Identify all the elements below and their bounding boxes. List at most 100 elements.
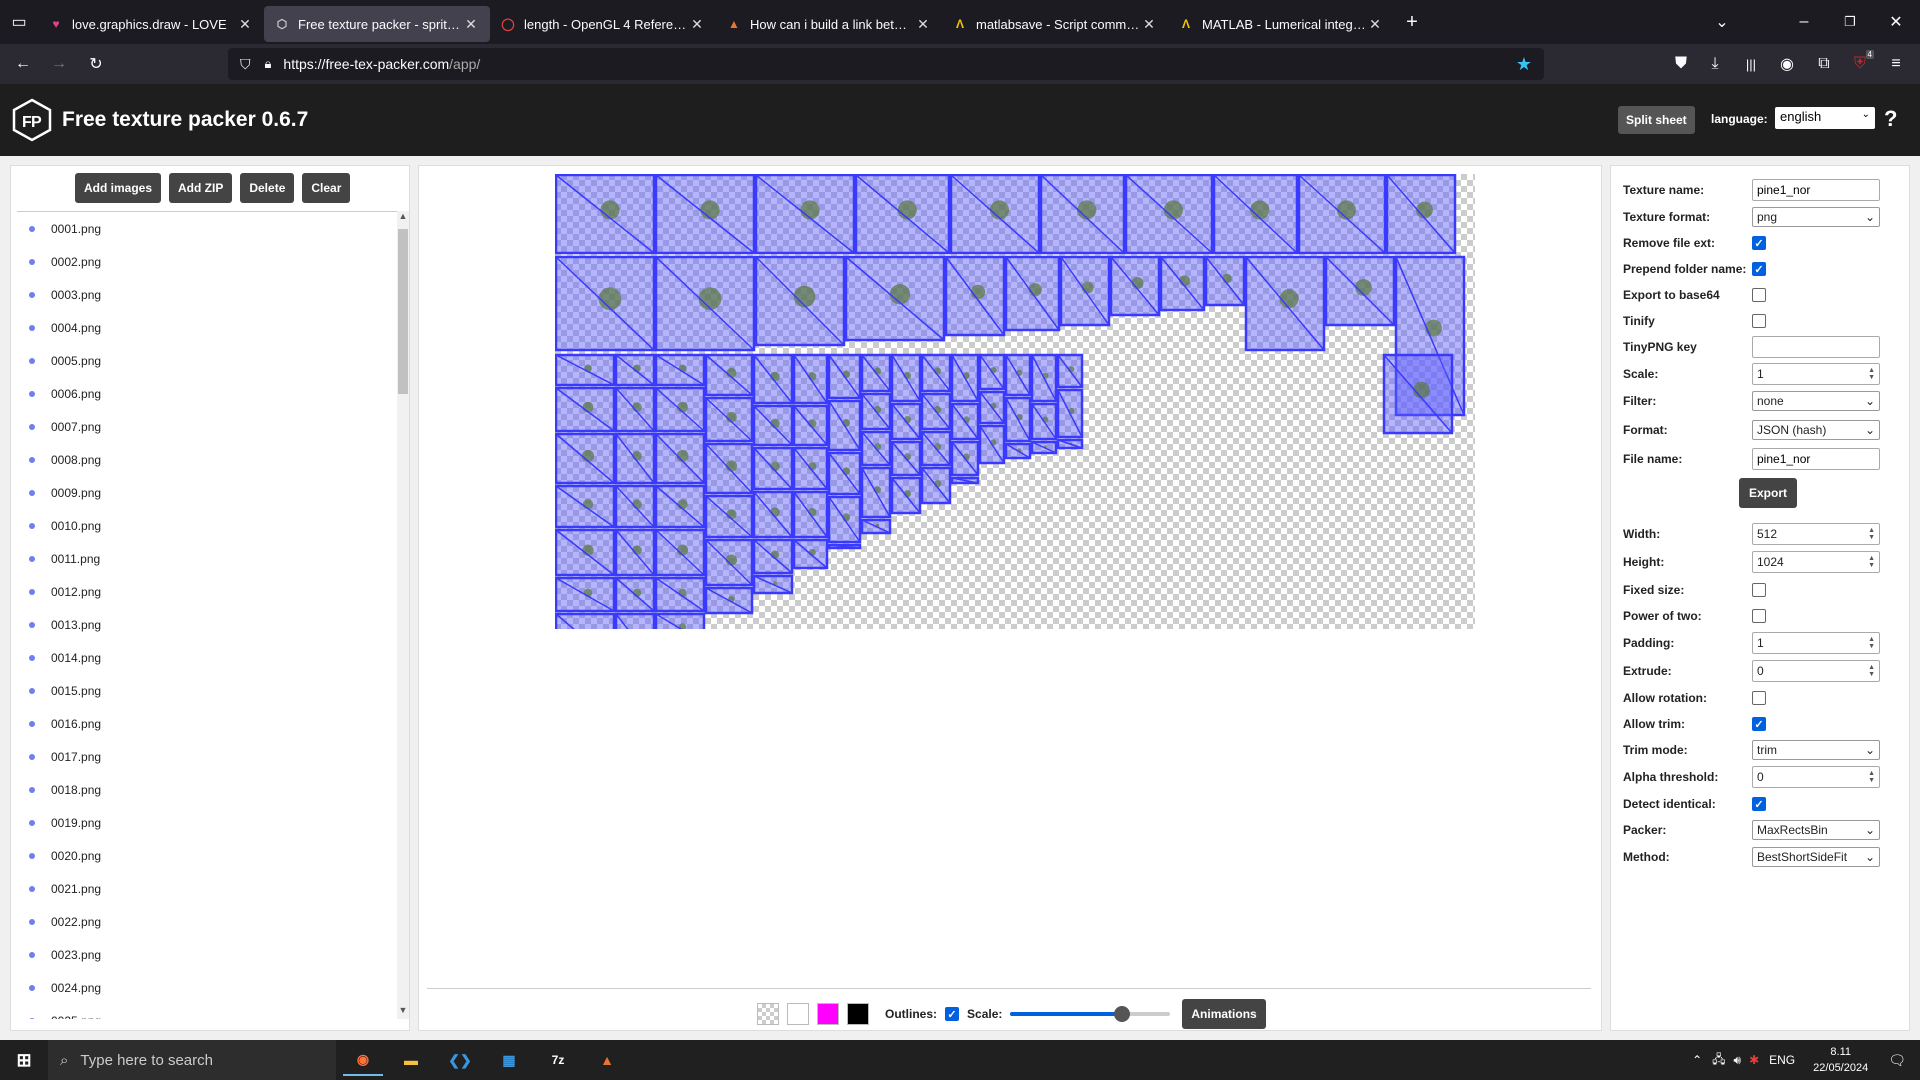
- file-list-item[interactable]: 0020.png: [17, 839, 403, 872]
- height-number-input[interactable]: 1024 ▲ ▼: [1752, 551, 1880, 573]
- list-all-tabs-icon[interactable]: ⌄: [1704, 4, 1740, 40]
- account-icon[interactable]: ◉: [1769, 46, 1805, 82]
- shield-icon[interactable]: ⛉: [240, 56, 251, 73]
- sprite-sheet-preview[interactable]: [555, 174, 1475, 629]
- menu-icon[interactable]: ≡: [1878, 46, 1914, 82]
- outlines-checkbox[interactable]: ✓: [945, 1007, 960, 1021]
- remove-file-ext-checkbox[interactable]: ✓: [1752, 236, 1766, 250]
- file-list-item[interactable]: 0013.png: [17, 608, 403, 641]
- file-list-item[interactable]: 0014.png: [17, 641, 403, 674]
- file-list-item[interactable]: 0009.png: [17, 476, 403, 509]
- window-close-icon[interactable]: ✕: [1878, 4, 1914, 40]
- clock[interactable]: 8.11 22/05/2024: [1813, 1044, 1868, 1076]
- tab-love-graphics[interactable]: ♥ love.graphics.draw - LOVE ✕: [38, 6, 264, 42]
- close-icon[interactable]: ✕: [462, 16, 480, 33]
- tab-matlabsave[interactable]: Λ matlabsave - Script command ✕: [942, 6, 1168, 42]
- magenta-background-swatch[interactable]: [817, 1003, 839, 1025]
- file-list-item[interactable]: 0008.png: [17, 443, 403, 476]
- pocket-icon[interactable]: ⛊: [1663, 46, 1699, 82]
- export-base64-checkbox[interactable]: [1752, 288, 1766, 302]
- add-images-button[interactable]: Add images: [75, 173, 162, 203]
- library-icon[interactable]: |||: [1733, 46, 1769, 82]
- file-list-item[interactable]: 0011.png: [17, 542, 403, 575]
- file-list-item[interactable]: 0018.png: [17, 773, 403, 806]
- lock-icon[interactable]: 🔒︎: [265, 56, 272, 72]
- extrude-number-input[interactable]: 0 ▲ ▼: [1752, 660, 1880, 682]
- file-list-item[interactable]: 0007.png: [17, 410, 403, 443]
- bookmark-star-icon[interactable]: ★: [1516, 54, 1532, 75]
- width-number-input[interactable]: 512 ▲ ▼: [1752, 523, 1880, 545]
- alpha-threshold-number-input[interactable]: 0 ▲ ▼: [1752, 766, 1880, 788]
- add-zip-button[interactable]: Add ZIP: [169, 173, 233, 203]
- calculator-icon[interactable]: ▦: [489, 1044, 529, 1076]
- file-list-item[interactable]: 0003.png: [17, 278, 403, 311]
- delete-button[interactable]: Delete: [240, 173, 295, 203]
- spinner-icon[interactable]: ▲ ▼: [1868, 664, 1875, 678]
- app-tray-icon[interactable]: ✱: [1749, 1053, 1759, 1067]
- black-background-swatch[interactable]: [847, 1003, 869, 1025]
- scrollbar-thumb[interactable]: [398, 229, 408, 394]
- file-list-item[interactable]: 0019.png: [17, 806, 403, 839]
- file-list-item[interactable]: 0017.png: [17, 740, 403, 773]
- help-button[interactable]: ?: [1884, 106, 1897, 132]
- reload-icon[interactable]: ↻: [78, 46, 114, 82]
- volume-icon[interactable]: 🔊︎: [1734, 1053, 1742, 1068]
- firefox-icon[interactable]: ◉: [343, 1044, 383, 1076]
- vscode-icon[interactable]: ❮❯: [440, 1044, 480, 1076]
- file-name-input[interactable]: [1752, 448, 1880, 470]
- scale-number-input[interactable]: 1 ▲ ▼: [1752, 363, 1880, 385]
- file-list-item[interactable]: 0024.png: [17, 971, 403, 1004]
- file-list-item[interactable]: 0022.png: [17, 905, 403, 938]
- downloads-icon[interactable]: ⤓: [1697, 46, 1733, 82]
- scroll-down-icon[interactable]: ▼: [397, 1005, 409, 1019]
- tab-opengl-length[interactable]: ◯ length - OpenGL 4 Reference Pages ✕: [490, 6, 716, 42]
- fixed-size-checkbox[interactable]: [1752, 583, 1766, 597]
- close-icon[interactable]: ✕: [914, 16, 932, 33]
- file-list-item[interactable]: 0005.png: [17, 344, 403, 377]
- spinner-icon[interactable]: ▲ ▼: [1868, 367, 1875, 381]
- format-select[interactable]: JSON (hash) ⌄: [1752, 420, 1880, 440]
- file-list-item[interactable]: 0016.png: [17, 707, 403, 740]
- tab-matlab-lumerical[interactable]: Λ MATLAB - Lumerical integration ✕: [1168, 6, 1394, 42]
- file-list-item[interactable]: 0025.png: [17, 1004, 403, 1019]
- 7zip-icon[interactable]: 7z: [538, 1044, 578, 1076]
- restore-icon[interactable]: ❐: [1832, 4, 1868, 40]
- tinypng-key-input[interactable]: [1752, 336, 1880, 358]
- taskbar-search-box[interactable]: ⌕ Type here to search: [48, 1040, 336, 1080]
- method-select[interactable]: BestShortSideFit ⌄: [1752, 847, 1880, 867]
- forward-icon[interactable]: →: [41, 46, 77, 82]
- new-tab-icon[interactable]: +: [1394, 4, 1430, 40]
- texture-format-select[interactable]: png ⌄: [1752, 207, 1880, 227]
- file-list-item[interactable]: 0002.png: [17, 245, 403, 278]
- trim-mode-select[interactable]: trim ⌄: [1752, 740, 1880, 760]
- tinify-checkbox[interactable]: [1752, 314, 1766, 328]
- close-icon[interactable]: ✕: [688, 16, 706, 33]
- file-list-item[interactable]: 0006.png: [17, 377, 403, 410]
- tab-free-texture-packer[interactable]: ⬡ Free texture packer - sprite sheet ✕: [264, 6, 490, 42]
- extensions-icon[interactable]: ⧉: [1806, 46, 1842, 82]
- file-list-scrollbar[interactable]: ▲ ▼: [397, 211, 409, 1019]
- file-list-item[interactable]: 0010.png: [17, 509, 403, 542]
- filter-select[interactable]: none ⌄: [1752, 391, 1880, 411]
- address-bar[interactable]: ⛉ 🔒︎ https://free-tex-packer.com/app/ ★: [228, 48, 1544, 80]
- file-list-item[interactable]: 0021.png: [17, 872, 403, 905]
- file-explorer-icon[interactable]: ▬: [391, 1044, 431, 1076]
- spinner-icon[interactable]: ▲ ▼: [1868, 770, 1875, 784]
- file-list-item[interactable]: 0001.png: [17, 212, 403, 245]
- clear-button[interactable]: Clear: [302, 173, 351, 203]
- tab-list-icon[interactable]: ▭: [0, 4, 38, 40]
- transparent-background-swatch[interactable]: [757, 1003, 779, 1025]
- close-icon[interactable]: ✕: [1366, 16, 1384, 33]
- detect-identical-checkbox[interactable]: ✓: [1752, 797, 1766, 811]
- prepend-folder-checkbox[interactable]: ✓: [1752, 262, 1766, 276]
- file-list-item[interactable]: 0012.png: [17, 575, 403, 608]
- matlab-taskbar-icon[interactable]: ▲: [587, 1044, 627, 1076]
- file-list-item[interactable]: 0023.png: [17, 938, 403, 971]
- slider-handle[interactable]: [1114, 1006, 1131, 1022]
- spinner-icon[interactable]: ▲ ▼: [1868, 555, 1875, 569]
- spinner-icon[interactable]: ▲ ▼: [1868, 527, 1875, 541]
- white-background-swatch[interactable]: [787, 1003, 809, 1025]
- allow-trim-checkbox[interactable]: ✓: [1752, 717, 1766, 731]
- chevron-up-icon[interactable]: ⌃: [1692, 1053, 1702, 1067]
- windows-start-icon[interactable]: ⊞: [4, 1044, 44, 1076]
